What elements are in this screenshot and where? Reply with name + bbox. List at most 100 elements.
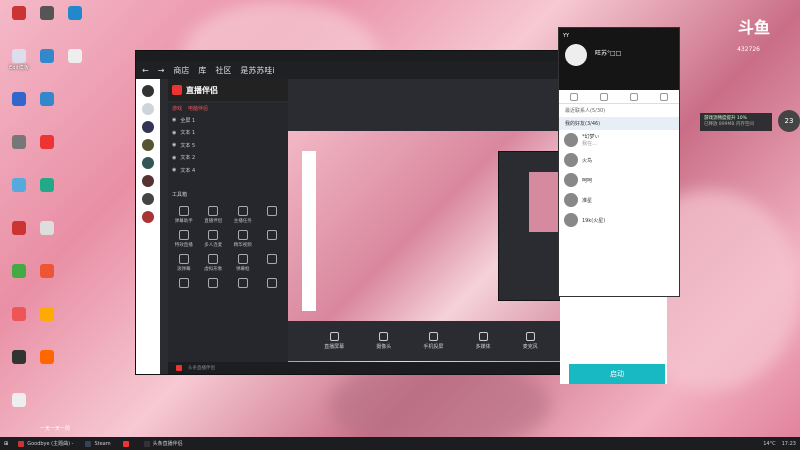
scene-row[interactable]: ◉ 文本 4 xyxy=(168,164,288,177)
tool-item[interactable]: 主播任务 xyxy=(231,205,255,224)
tool-item[interactable]: 虚拟形象 xyxy=(202,253,226,272)
taskbar-item[interactable] xyxy=(119,438,136,449)
nav-store[interactable]: 商店 xyxy=(173,65,189,76)
tool-item[interactable]: 直播伴侣 xyxy=(202,205,226,224)
group-friends[interactable]: 我的好友(3/46) xyxy=(559,117,679,130)
control-label: 麦克风 xyxy=(522,344,538,350)
contact-item[interactable]: *幻梦ぃ 我在... xyxy=(559,130,679,150)
eye-icon[interactable]: ◉ xyxy=(172,117,176,123)
nav-library[interactable]: 库 xyxy=(198,65,206,76)
game-icon[interactable] xyxy=(142,175,154,187)
tool-icon xyxy=(208,253,219,264)
tool-item[interactable]: 特效直播 xyxy=(172,229,196,248)
tool-item[interactable]: 弹幕框 xyxy=(231,253,255,272)
desktop-icon[interactable] xyxy=(30,135,64,151)
windows-start-icon[interactable]: ⊞ xyxy=(4,441,8,447)
tool-item[interactable]: 弹幕助手 xyxy=(172,205,196,224)
game-icon[interactable] xyxy=(142,103,154,115)
tool-item[interactable]: 多人连麦 xyxy=(202,229,226,248)
control-label: 摄像头 xyxy=(376,344,392,350)
game-icon[interactable] xyxy=(142,211,154,223)
contact-item[interactable]: 19k(火星) xyxy=(559,210,679,230)
scene-label: 文本 1 xyxy=(180,130,196,137)
taskbar-item[interactable]: Steam xyxy=(81,438,114,449)
scene-row[interactable]: ◉ 文本 2 xyxy=(168,152,288,165)
tool-item[interactable] xyxy=(172,277,196,290)
contacts-icon[interactable] xyxy=(600,92,608,101)
status-bar: 头条直播伴侣 开始直播 xyxy=(168,362,619,374)
message-icon[interactable] xyxy=(570,92,578,101)
tool-item[interactable] xyxy=(202,277,226,290)
app-icon xyxy=(68,49,82,63)
scene-row[interactable]: ◉ 文本 5 xyxy=(168,139,288,152)
group-icon[interactable] xyxy=(630,92,638,101)
desktop-icon[interactable] xyxy=(58,6,92,22)
eye-icon[interactable]: ◉ xyxy=(172,142,176,148)
group-recent[interactable]: 最近联系人(5/30) xyxy=(559,104,679,117)
tool-item[interactable] xyxy=(261,205,285,224)
tool-item[interactable]: 滚弹幕 xyxy=(172,253,196,272)
control-icon xyxy=(478,332,488,341)
tool-label: 滚弹幕 xyxy=(177,266,191,272)
control-button[interactable]: 摄像头 xyxy=(376,332,391,350)
taskbar-item[interactable]: Goodbye (主题曲) - xyxy=(14,438,77,449)
tool-icon xyxy=(178,253,189,264)
contact-item[interactable]: 火鸟 xyxy=(559,150,679,170)
game-icon[interactable] xyxy=(142,139,154,151)
tab-companion[interactable]: 电脑伴侣 xyxy=(188,105,208,112)
tool-icon xyxy=(178,277,189,288)
scene-row[interactable]: ◉ 全屏 1 xyxy=(168,114,288,127)
desktop-icon[interactable] xyxy=(30,264,64,280)
nav-user[interactable]: 是苏苏哇i xyxy=(240,65,274,76)
desktop-icon[interactable] xyxy=(30,221,64,237)
taskbar: ⊞ Goodbye (主题曲) - Steam 头条直播伴侣 14°C 17:23 xyxy=(0,437,800,450)
tool-item[interactable]: 精华视频 xyxy=(231,229,255,248)
app-icon xyxy=(68,6,82,20)
control-button[interactable]: 多媒体 xyxy=(476,332,491,350)
round-badge[interactable]: 23 xyxy=(778,110,800,132)
more-icon[interactable] xyxy=(660,92,668,101)
contact-item[interactable]: 准星 xyxy=(559,190,679,210)
desktop-icon[interactable] xyxy=(2,393,36,409)
game-icon[interactable] xyxy=(142,157,154,169)
contact-name: *幻梦ぃ xyxy=(582,134,600,140)
app-name: 直播伴侣 xyxy=(186,85,218,95)
eye-icon[interactable]: ◉ xyxy=(172,167,176,173)
game-icon[interactable] xyxy=(142,193,154,205)
steam-icon[interactable] xyxy=(142,85,154,97)
douyu-logo: 斗鱼 xyxy=(737,18,770,37)
tool-icon xyxy=(208,229,219,240)
avatar xyxy=(564,153,578,167)
avatar[interactable] xyxy=(565,44,587,66)
control-button[interactable]: 手机投屏 xyxy=(423,332,443,350)
scene-row[interactable]: ◉ 文本 1 xyxy=(168,127,288,140)
nav-community[interactable]: 社区 xyxy=(215,65,231,76)
taskbar-item[interactable]: 头条直播伴侣 xyxy=(140,438,187,449)
desktop-icon[interactable] xyxy=(30,92,64,108)
app-icon xyxy=(12,307,26,321)
eye-icon[interactable]: ◉ xyxy=(172,155,176,161)
app-icon xyxy=(12,393,26,407)
eye-icon[interactable]: ◉ xyxy=(172,130,176,136)
tab-game[interactable]: 游戏 xyxy=(172,105,182,112)
tool-item[interactable] xyxy=(261,253,285,272)
desktop-icon[interactable] xyxy=(30,178,64,194)
start-button[interactable]: 启动 xyxy=(569,364,665,384)
control-button[interactable]: 麦克风 xyxy=(523,332,538,350)
control-button[interactable]: 直播屏幕 xyxy=(324,332,344,350)
tool-item[interactable] xyxy=(231,277,255,290)
taskbar-app-icon xyxy=(85,440,92,447)
tool-item[interactable] xyxy=(261,229,285,248)
tool-icon xyxy=(267,277,278,288)
forward-icon[interactable]: → xyxy=(158,66,165,75)
control-label: 多媒体 xyxy=(475,344,491,350)
game-icon[interactable] xyxy=(142,121,154,133)
app-icon xyxy=(12,6,26,20)
desktop-icon[interactable] xyxy=(58,49,92,65)
desktop-icon[interactable] xyxy=(30,307,64,323)
desktop-icon[interactable] xyxy=(30,350,64,366)
tool-item[interactable] xyxy=(261,277,285,290)
app-logo-icon xyxy=(172,85,182,95)
contact-item[interactable]: 呵呵 xyxy=(559,170,679,190)
back-icon[interactable]: ← xyxy=(142,66,149,75)
